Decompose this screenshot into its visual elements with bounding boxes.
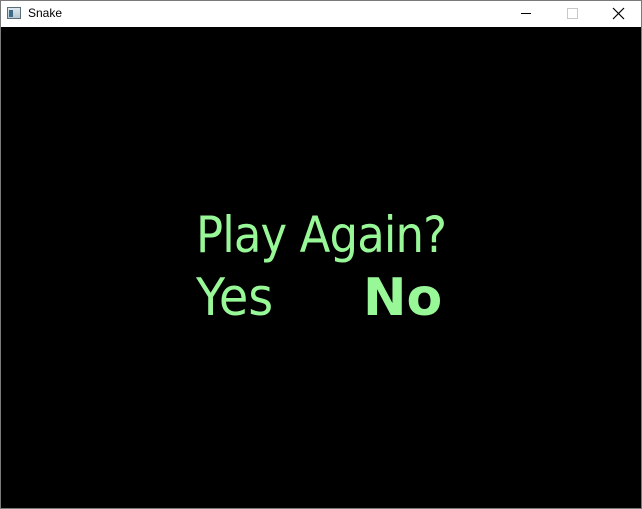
- game-canvas[interactable]: Play Again? Yes No: [1, 27, 641, 508]
- no-option[interactable]: No: [363, 269, 442, 327]
- title-bar[interactable]: Snake: [1, 1, 641, 26]
- app-window: Snake Play Again? Yes No: [0, 0, 642, 509]
- maximize-icon: [567, 8, 578, 19]
- minimize-icon: [521, 13, 531, 14]
- maximize-button[interactable]: [549, 1, 595, 26]
- play-again-prompt: Play Again?: [196, 206, 447, 264]
- minimize-button[interactable]: [503, 1, 549, 26]
- app-window-icon: [7, 7, 21, 19]
- close-icon: [612, 7, 625, 20]
- window-title: Snake: [28, 6, 63, 20]
- yes-option[interactable]: Yes: [196, 269, 273, 327]
- close-button[interactable]: [595, 1, 641, 26]
